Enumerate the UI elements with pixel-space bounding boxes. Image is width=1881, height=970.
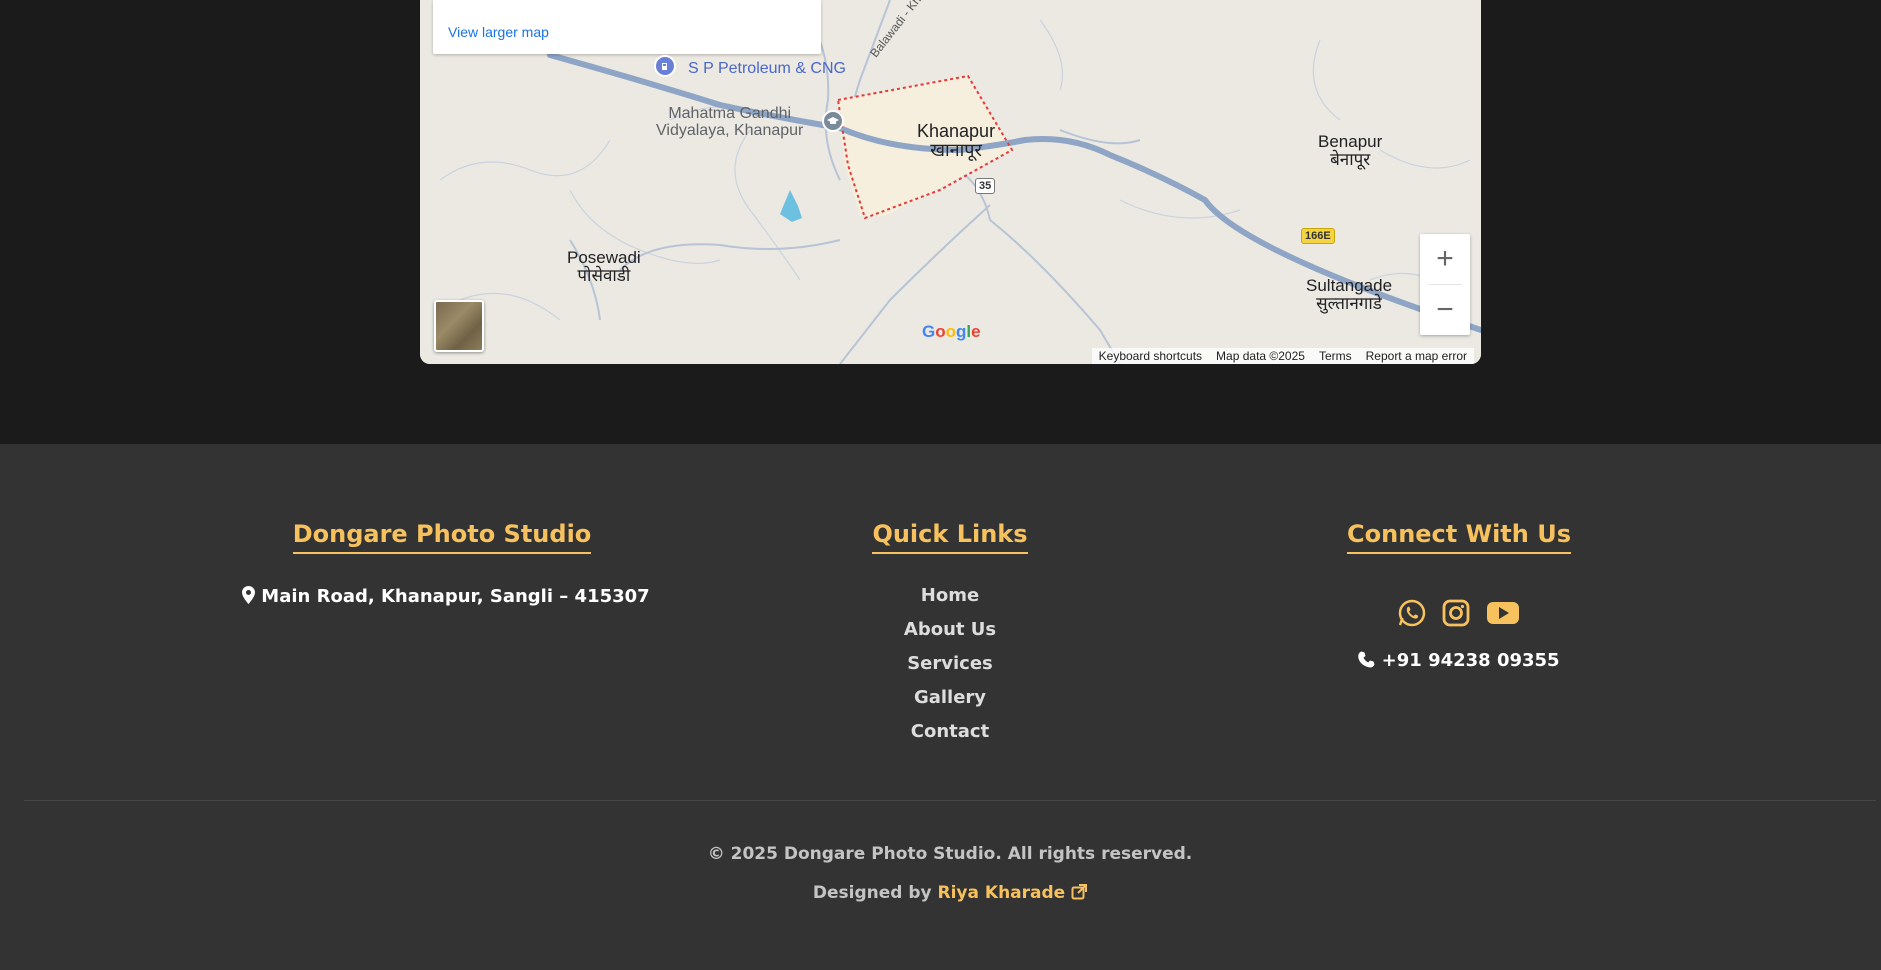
whatsapp-icon[interactable] bbox=[1397, 598, 1427, 632]
google-logo[interactable]: Google bbox=[922, 322, 981, 342]
map-label-vidyalaya-line2: Vidyalaya, Khanapur bbox=[656, 121, 804, 139]
youtube-icon[interactable] bbox=[1485, 598, 1521, 632]
footer-address-text: Main Road, Khanapur, Sangli – 415307 bbox=[261, 586, 650, 607]
embedded-map[interactable]: View larger map S P Petroleum & CNG Maha… bbox=[420, 0, 1481, 364]
quick-links-list: Home About Us Services Gallery Contact bbox=[800, 579, 1100, 749]
school-icon[interactable] bbox=[822, 110, 844, 132]
map-label-benapur[interactable]: Benapur बेनापूर bbox=[1318, 133, 1382, 169]
gas-station-icon[interactable] bbox=[654, 55, 676, 77]
footer-address: Main Road, Khanapur, Sangli – 415307 bbox=[242, 586, 650, 607]
map-info-card: View larger map bbox=[433, 0, 821, 54]
copyright-text: © 2025 Dongare Photo Studio. All rights … bbox=[707, 844, 1193, 864]
footer-quick-links-column: Quick Links Home About Us Services Galle… bbox=[800, 520, 1100, 749]
designer-name: Riya Kharade bbox=[937, 883, 1066, 903]
instagram-icon[interactable] bbox=[1441, 598, 1471, 632]
quick-link-services[interactable]: Services bbox=[800, 647, 1100, 681]
keyboard-shortcuts-link[interactable]: Keyboard shortcuts bbox=[1092, 348, 1209, 364]
footer-phone-text: +91 94238 09355 bbox=[1381, 650, 1560, 671]
route-35-shield: 35 bbox=[975, 178, 996, 194]
designer-link[interactable]: Riya Kharade bbox=[938, 883, 1088, 903]
map-label-petroleum[interactable]: S P Petroleum & CNG bbox=[688, 60, 846, 78]
map-label-khanapur[interactable]: Khanapur खानापूर bbox=[917, 122, 995, 160]
quick-link-contact[interactable]: Contact bbox=[800, 715, 1100, 749]
map-label-vidyalaya[interactable]: Mahatma Gandhi Vidyalaya, Khanapur bbox=[656, 105, 804, 140]
route-166e-shield: 166E bbox=[1301, 228, 1335, 244]
map-label-sultangade-en: Sultangade bbox=[1306, 276, 1393, 295]
map-layer-toggle-button[interactable] bbox=[434, 300, 484, 352]
designed-by-prefix: Designed by bbox=[812, 883, 932, 903]
map-label-benapur-mr: बेनापूर bbox=[1330, 149, 1371, 169]
map-data-text: Map data ©2025 bbox=[1216, 349, 1305, 363]
map-attribution-bar: Keyboard shortcuts Map data ©2025 Terms … bbox=[1091, 348, 1474, 364]
footer-brand-column: Dongare Photo Studio Main Road, Khanapur… bbox=[242, 520, 650, 607]
footer-connect-column: Connect With Us +91 94238 09355 bbox=[1309, 520, 1609, 671]
site-footer: Dongare Photo Studio Main Road, Khanapur… bbox=[0, 444, 1881, 970]
map-pin-icon bbox=[242, 586, 261, 607]
map-label-sultangade-mr: सुल्तानगाडे bbox=[1316, 293, 1382, 313]
quick-links-title: Quick Links bbox=[872, 520, 1028, 554]
map-label-khanapur-mr: खानापूर bbox=[930, 139, 982, 160]
connect-title: Connect With Us bbox=[1347, 520, 1571, 554]
map-label-khanapur-en: Khanapur bbox=[917, 121, 996, 141]
terms-link[interactable]: Terms bbox=[1312, 348, 1359, 364]
quick-link-home[interactable]: Home bbox=[800, 579, 1100, 613]
map-label-posewadi-mr: पोसेवाडी bbox=[577, 265, 631, 285]
map-label-posewadi-en: Posewadi bbox=[567, 248, 641, 267]
footer-phone[interactable]: +91 94238 09355 bbox=[1309, 650, 1609, 671]
zoom-in-button[interactable]: + bbox=[1420, 234, 1470, 284]
view-larger-map-link[interactable]: View larger map bbox=[448, 24, 549, 40]
map-section: View larger map S P Petroleum & CNG Maha… bbox=[0, 0, 1881, 444]
map-label-benapur-en: Benapur bbox=[1318, 132, 1383, 151]
map-label-posewadi[interactable]: Posewadi पोसेवाडी bbox=[567, 249, 641, 285]
footer-brand-title: Dongare Photo Studio bbox=[292, 520, 592, 554]
map-label-sultangade[interactable]: Sultangade सुल्तानगाडे bbox=[1306, 277, 1392, 313]
quick-link-about[interactable]: About Us bbox=[800, 613, 1100, 647]
social-links bbox=[1309, 598, 1609, 632]
phone-icon bbox=[1358, 650, 1381, 671]
zoom-out-button[interactable]: − bbox=[1420, 285, 1470, 335]
map-zoom-control: + − bbox=[1420, 234, 1470, 335]
footer-divider bbox=[24, 800, 1876, 801]
quick-link-gallery[interactable]: Gallery bbox=[800, 681, 1100, 715]
designed-by: Designed by Riya Kharade bbox=[0, 883, 1881, 903]
report-map-error-link[interactable]: Report a map error bbox=[1359, 348, 1474, 364]
map-label-vidyalaya-line1: Mahatma Gandhi bbox=[668, 105, 792, 122]
external-link-icon bbox=[1071, 883, 1088, 903]
